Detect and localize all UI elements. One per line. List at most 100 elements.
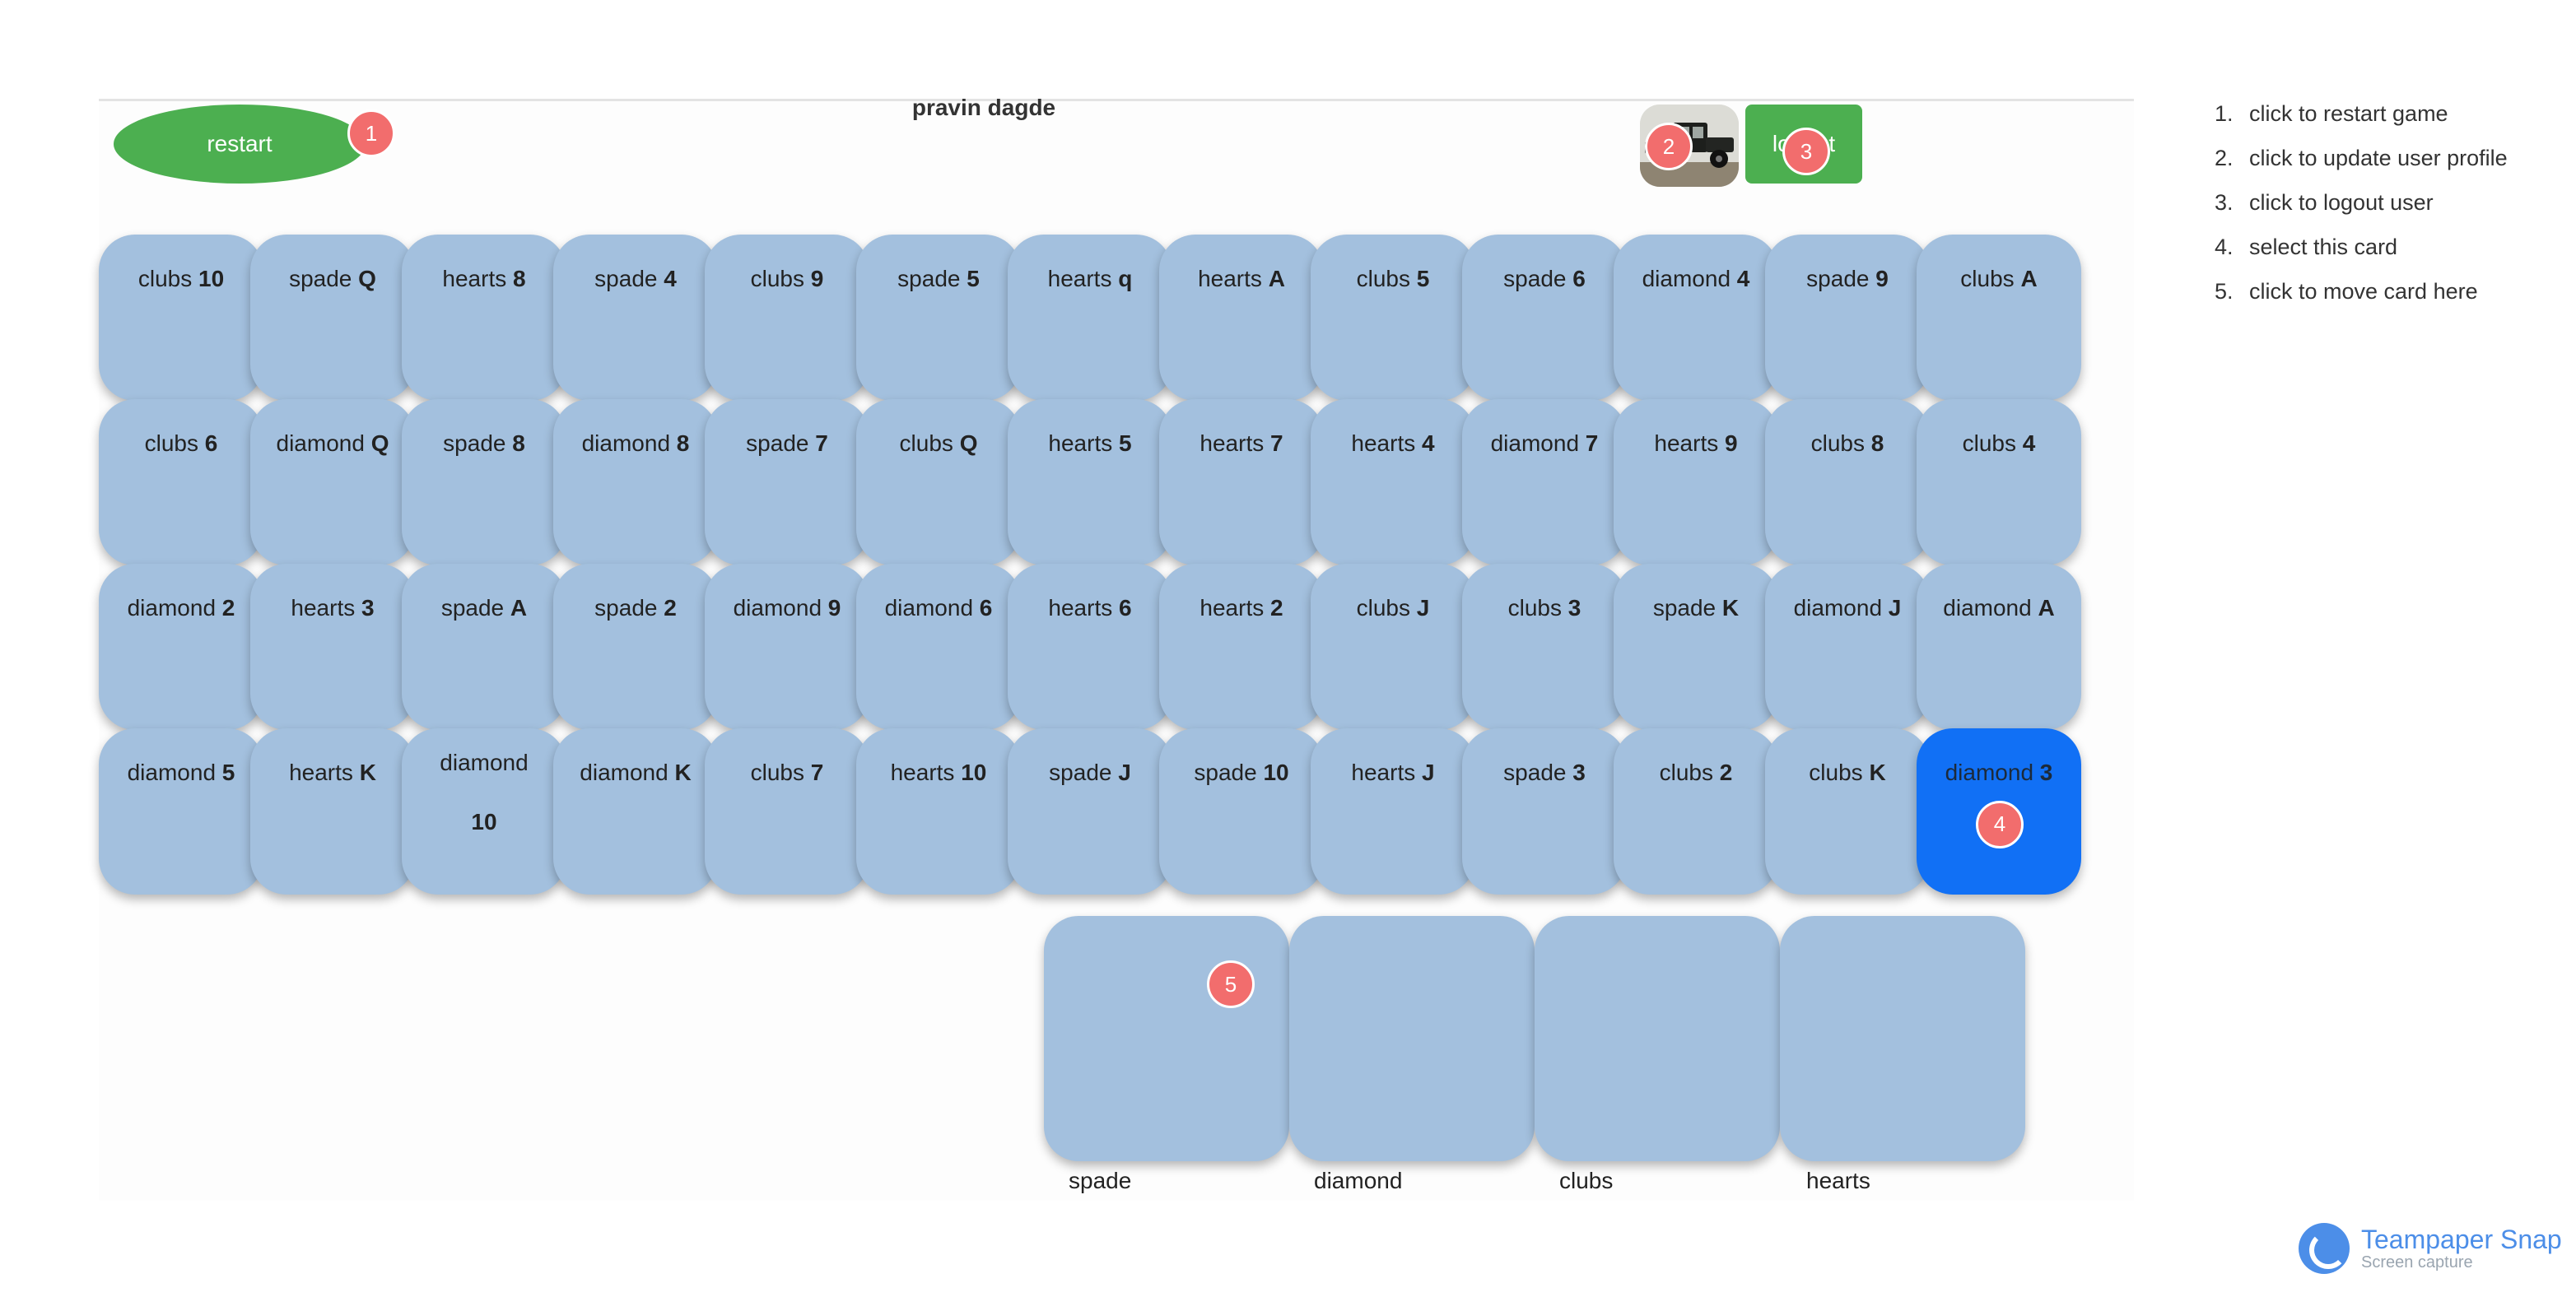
card-clubs-J[interactable]: clubs J [1311, 564, 1475, 730]
card-label: spade 3 [1503, 760, 1586, 785]
card-diamond-7[interactable]: diamond 7 [1462, 399, 1627, 565]
foundation-label-clubs: clubs [1559, 1168, 1614, 1193]
card-clubs-7[interactable]: clubs 7 [705, 728, 869, 895]
teampaper-snap-watermark: Teampaper Snap Screen capture [2299, 1223, 2562, 1274]
card-spade-7[interactable]: spade 7 [705, 399, 869, 565]
card-clubs-3[interactable]: clubs 3 [1462, 564, 1627, 730]
card-hearts-3[interactable]: hearts 3 [250, 564, 415, 730]
annotation-badge-3: 3 [1782, 128, 1830, 175]
card-label: hearts 3 [291, 595, 375, 621]
card-clubs-8[interactable]: clubs 8 [1765, 399, 1930, 565]
card-label: hearts K [289, 760, 376, 785]
card-label: hearts 10 [890, 760, 987, 785]
foundation-diamond[interactable] [1289, 916, 1535, 1161]
card-hearts-A[interactable]: hearts A [1159, 235, 1324, 401]
card-clubs-2[interactable]: clubs 2 [1614, 728, 1778, 895]
help-item: 4. select this card [2215, 235, 2398, 259]
card-hearts-9[interactable]: hearts 9 [1614, 399, 1778, 565]
card-diamond-J[interactable]: diamond J [1765, 564, 1930, 730]
card-hearts-J[interactable]: hearts J [1311, 728, 1475, 895]
card-hearts-2[interactable]: hearts 2 [1159, 564, 1324, 730]
foundation-hearts[interactable] [1780, 916, 2025, 1161]
card-label: spade 8 [443, 430, 525, 456]
card-label: hearts J [1351, 760, 1435, 785]
card-spade-8[interactable]: spade 8 [402, 399, 566, 565]
foundation-label-hearts: hearts [1806, 1168, 1870, 1193]
card-label: clubs 5 [1356, 266, 1430, 291]
card-diamond-Q[interactable]: diamond Q [250, 399, 415, 565]
foundation-label-diamond: diamond [1314, 1168, 1403, 1193]
card-clubs-A[interactable]: clubs A [1917, 235, 2081, 401]
card-spade-Q[interactable]: spade Q [250, 235, 415, 401]
restart-button[interactable]: restart [114, 105, 366, 184]
card-hearts-5[interactable]: hearts 5 [1008, 399, 1172, 565]
card-diamond-5[interactable]: diamond 5 [99, 728, 263, 895]
card-label: hearts A [1198, 266, 1285, 291]
card-hearts-q[interactable]: hearts q [1008, 235, 1172, 401]
card-label: clubs J [1356, 595, 1430, 621]
card-spade-2[interactable]: spade 2 [553, 564, 718, 730]
card-spade-J[interactable]: spade J [1008, 728, 1172, 895]
help-item: 1. click to restart game [2215, 101, 2448, 126]
card-spade-3[interactable]: spade 3 [1462, 728, 1627, 895]
card-diamond-8[interactable]: diamond 8 [553, 399, 718, 565]
annotation-badge-4: 4 [1976, 801, 2024, 848]
card-clubs-4[interactable]: clubs 4 [1917, 399, 2081, 565]
card-spade-4[interactable]: spade 4 [553, 235, 718, 401]
card-label: spade A [440, 595, 528, 621]
card-clubs-6[interactable]: clubs 6 [99, 399, 263, 565]
card-diamond-4[interactable]: diamond 4 [1614, 235, 1778, 401]
card-label: diamond 4 [1642, 266, 1750, 291]
card-label: clubs 2 [1659, 760, 1733, 785]
card-board: clubs 10 spade Q hearts 8 spade 4 clubs 9 spa… [99, 235, 2081, 895]
card-spade-10[interactable]: spade 10 [1159, 728, 1324, 895]
card-label: diamond 7 [1490, 430, 1599, 456]
card-diamond-3[interactable]: diamond 3 4 [1917, 728, 2081, 895]
card-diamond-10[interactable]: diamond 10 [402, 728, 566, 895]
help-item: 2. click to update user profile [2215, 146, 2508, 170]
card-label: spade J [1049, 760, 1131, 785]
card-label: diamond Q [276, 430, 389, 456]
card-clubs-5[interactable]: clubs 5 [1311, 235, 1475, 401]
card-label: hearts 8 [442, 266, 526, 291]
card-hearts-K[interactable]: hearts K [250, 728, 415, 895]
card-diamond-6[interactable]: diamond 6 [856, 564, 1021, 730]
card-spade-K[interactable]: spade K [1614, 564, 1778, 730]
card-hearts-6[interactable]: hearts 6 [1008, 564, 1172, 730]
card-spade-9[interactable]: spade 9 [1765, 235, 1930, 401]
card-clubs-Q[interactable]: clubs Q [856, 399, 1021, 565]
card-label: hearts 4 [1351, 430, 1435, 456]
card-spade-5[interactable]: spade 5 [856, 235, 1021, 401]
card-hearts-10[interactable]: hearts 10 [856, 728, 1021, 895]
card-diamond-A[interactable]: diamond A [1917, 564, 2081, 730]
card-diamond-2[interactable]: diamond 2 [99, 564, 263, 730]
card-spade-6[interactable]: spade 6 [1462, 235, 1627, 401]
card-spade-A[interactable]: spade A [402, 564, 566, 730]
card-label: spade 5 [897, 266, 980, 291]
annotation-badge-2: 2 [1645, 123, 1693, 170]
card-label: spade 6 [1503, 266, 1586, 291]
card-label: diamond J [1793, 595, 1902, 621]
card-label: hearts 9 [1654, 430, 1738, 456]
card-label: diamond 9 [733, 595, 841, 621]
card-label: diamond 5 [127, 760, 235, 785]
foundation-clubs[interactable] [1535, 916, 1780, 1161]
card-label: clubs K [1809, 760, 1886, 785]
foundation-spade[interactable] [1044, 916, 1289, 1161]
card-clubs-10[interactable]: clubs 10 [99, 235, 263, 401]
card-label: clubs 10 [137, 266, 225, 291]
annotation-badge-1: 1 [347, 109, 395, 157]
help-list: 1. click to restart game 2. click to updat… [2215, 95, 2508, 318]
card-clubs-K[interactable]: clubs K [1765, 728, 1930, 895]
card-diamond-K[interactable]: diamond K [553, 728, 718, 895]
card-clubs-9[interactable]: clubs 9 [705, 235, 869, 401]
card-label: clubs 9 [750, 266, 824, 291]
card-diamond-9[interactable]: diamond 9 [705, 564, 869, 730]
card-hearts-4[interactable]: hearts 4 [1311, 399, 1475, 565]
card-hearts-7[interactable]: hearts 7 [1159, 399, 1324, 565]
foundation-label-spade: spade [1069, 1168, 1132, 1193]
card-label: spade 2 [594, 595, 677, 621]
card-label: clubs 8 [1810, 430, 1884, 456]
card-label: diamond 2 [127, 595, 235, 621]
card-hearts-8[interactable]: hearts 8 [402, 235, 566, 401]
